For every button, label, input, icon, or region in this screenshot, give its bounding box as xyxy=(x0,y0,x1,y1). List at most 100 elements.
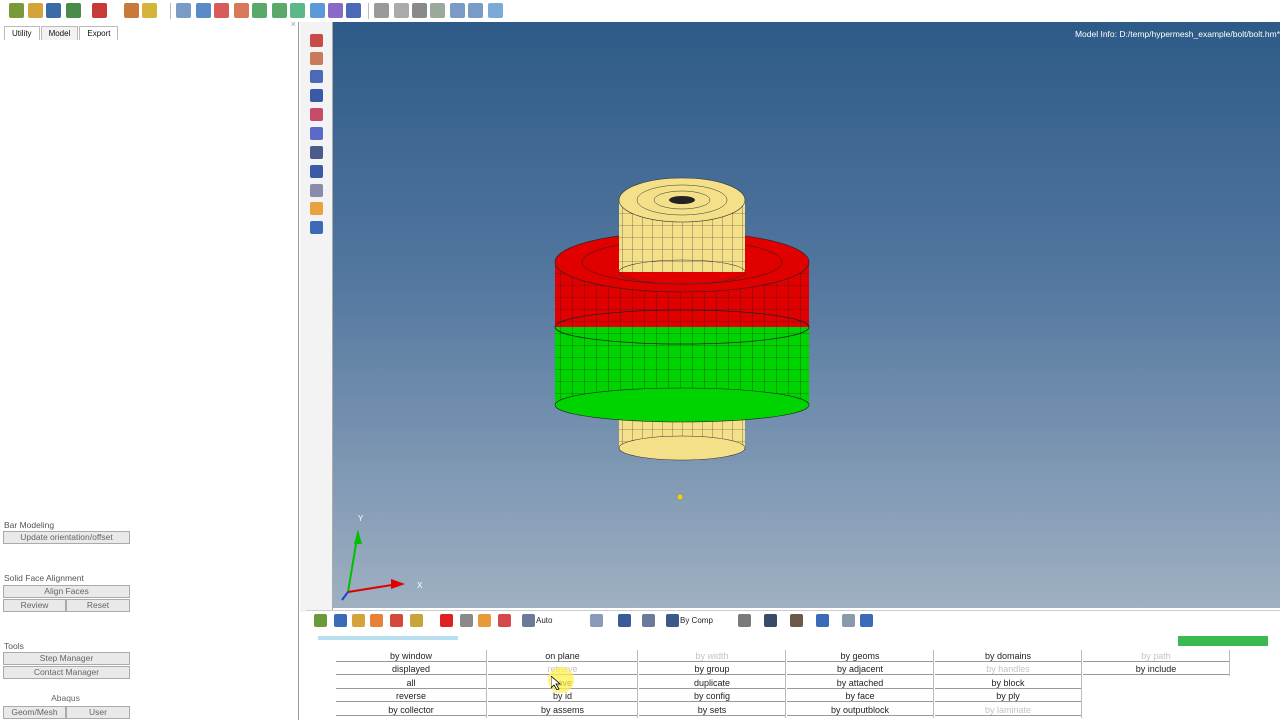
vis-mode-icon[interactable] xyxy=(522,614,535,627)
by-attached-option[interactable]: by attached xyxy=(787,677,933,689)
by-domains-option[interactable]: by domains xyxy=(935,650,1081,662)
axis-y-icon[interactable] xyxy=(234,3,249,18)
view-front-icon[interactable] xyxy=(290,3,305,18)
import-icon[interactable] xyxy=(28,3,43,18)
zoom-icon[interactable] xyxy=(176,3,191,18)
abc-label-icon[interactable] xyxy=(310,202,323,215)
by-adjacent-option[interactable]: by adjacent xyxy=(787,663,933,675)
layers-icon[interactable] xyxy=(816,614,829,627)
solid-cube-icon[interactable] xyxy=(764,614,777,627)
all-option[interactable]: all xyxy=(336,677,486,689)
by-include-option[interactable]: by include xyxy=(1083,663,1229,675)
component-icon[interactable] xyxy=(310,34,323,47)
show-icon[interactable] xyxy=(310,70,323,83)
sphere-icon[interactable] xyxy=(310,127,323,140)
by-handles-option[interactable]: by handles xyxy=(935,663,1081,675)
axis-x-icon[interactable] xyxy=(214,3,229,18)
display-icon[interactable] xyxy=(860,614,873,627)
solid-face-alignment-title: Solid Face Alignment xyxy=(4,573,84,583)
reset-button[interactable]: Reset xyxy=(66,599,130,612)
transparency-icon[interactable] xyxy=(498,614,511,627)
displayed-option[interactable]: displayed xyxy=(336,663,486,675)
duplicate-option[interactable]: duplicate xyxy=(639,677,785,689)
tab-export[interactable]: Export xyxy=(79,26,119,40)
zoom-in-icon[interactable] xyxy=(394,3,409,18)
by-collector-option[interactable]: by collector xyxy=(336,704,486,716)
by-outputblock-option[interactable]: by outputblock xyxy=(787,704,933,716)
by-window-option[interactable]: by window xyxy=(336,650,486,662)
sections-icon[interactable] xyxy=(842,614,855,627)
axis-z-icon[interactable] xyxy=(252,3,267,18)
on-plane-option[interactable]: on plane xyxy=(488,650,637,662)
tab-model[interactable]: Model xyxy=(40,26,79,40)
view-side-icon[interactable] xyxy=(310,3,325,18)
find-icon[interactable] xyxy=(310,108,323,121)
folder-icon[interactable] xyxy=(142,3,157,18)
view-bottom-icon[interactable] xyxy=(346,3,361,18)
wireframe-icon[interactable] xyxy=(738,614,751,627)
spin-icon[interactable] xyxy=(488,3,503,18)
highlight-icon[interactable] xyxy=(478,614,491,627)
mask-toolbar-icon[interactable] xyxy=(314,614,327,627)
by-face-option[interactable]: by face xyxy=(787,690,933,702)
view-iso-icon[interactable] xyxy=(272,3,287,18)
shade-icon[interactable] xyxy=(310,89,323,102)
align-faces-button[interactable]: Align Faces xyxy=(3,585,130,598)
undo-icon[interactable] xyxy=(92,3,107,18)
by-block-option[interactable]: by block xyxy=(935,677,1081,689)
plane-display-icon[interactable] xyxy=(790,614,803,627)
cube-icon[interactable] xyxy=(642,614,655,627)
gear-icon[interactable] xyxy=(460,614,473,627)
reverse-icon[interactable] xyxy=(352,614,365,627)
by-assems-option[interactable]: by assems xyxy=(488,704,637,716)
elements-icon[interactable] xyxy=(334,614,347,627)
plane-icon[interactable] xyxy=(310,221,323,234)
triad-x-label: X xyxy=(417,581,423,590)
pan-hand-icon[interactable] xyxy=(430,3,445,18)
color-mode-select[interactable]: By Comp xyxy=(680,616,713,625)
view-top-icon[interactable] xyxy=(328,3,343,18)
open-model-icon[interactable] xyxy=(9,3,24,18)
by-config-option[interactable]: by config xyxy=(639,690,785,702)
geom-mesh-button[interactable]: Geom/Mesh xyxy=(3,706,66,719)
proceed-button[interactable] xyxy=(1178,636,1268,646)
rotate-left-icon[interactable] xyxy=(196,3,211,18)
label-icon[interactable] xyxy=(310,184,323,197)
pan-horizontal-icon[interactable] xyxy=(450,3,465,18)
by-laminate-option[interactable]: by laminate xyxy=(935,704,1081,716)
user-icon[interactable] xyxy=(124,3,139,18)
tab-utility[interactable]: Utility xyxy=(4,26,40,40)
panel-close-icon[interactable]: × xyxy=(291,19,296,29)
user-button[interactable]: User xyxy=(66,706,130,719)
move-icon[interactable] xyxy=(412,3,427,18)
by-geoms-option[interactable]: by geoms xyxy=(787,650,933,662)
delete-icon[interactable] xyxy=(440,614,453,627)
color-mode-icon[interactable] xyxy=(666,614,679,627)
reverse-option[interactable]: reverse xyxy=(336,690,486,702)
review-button[interactable]: Review xyxy=(3,599,66,612)
graphics-viewport[interactable]: Model Info: D:/temp/hypermesh_example/bo… xyxy=(333,22,1280,608)
vis-mode-select[interactable]: Auto xyxy=(536,616,552,625)
filter-icon[interactable] xyxy=(390,614,403,627)
update-orientation-button[interactable]: Update orientation/offset xyxy=(3,531,130,544)
numbers-icon[interactable] xyxy=(310,165,323,178)
tools-icon[interactable] xyxy=(310,146,323,159)
filter2-icon[interactable] xyxy=(410,614,423,627)
by-width-option[interactable]: by width xyxy=(639,650,785,662)
by-path-option[interactable]: by path xyxy=(1083,650,1229,662)
save-icon[interactable] xyxy=(46,3,61,18)
active-collector-tab[interactable] xyxy=(318,636,458,640)
fit-icon[interactable] xyxy=(374,3,389,18)
export-icon[interactable] xyxy=(66,3,81,18)
lasso-icon[interactable] xyxy=(590,614,603,627)
pan-vertical-icon[interactable] xyxy=(468,3,483,18)
by-ply-option[interactable]: by ply xyxy=(935,690,1081,702)
by-group-option[interactable]: by group xyxy=(639,663,785,675)
shading-icon[interactable] xyxy=(618,614,631,627)
utility-tabs: Utility Model Export xyxy=(4,26,119,40)
step-manager-button[interactable]: Step Manager xyxy=(3,652,130,665)
by-sets-option[interactable]: by sets xyxy=(639,704,785,716)
unmask-icon[interactable] xyxy=(370,614,383,627)
mask-icon[interactable] xyxy=(310,52,323,65)
contact-manager-button[interactable]: Contact Manager xyxy=(3,666,130,679)
